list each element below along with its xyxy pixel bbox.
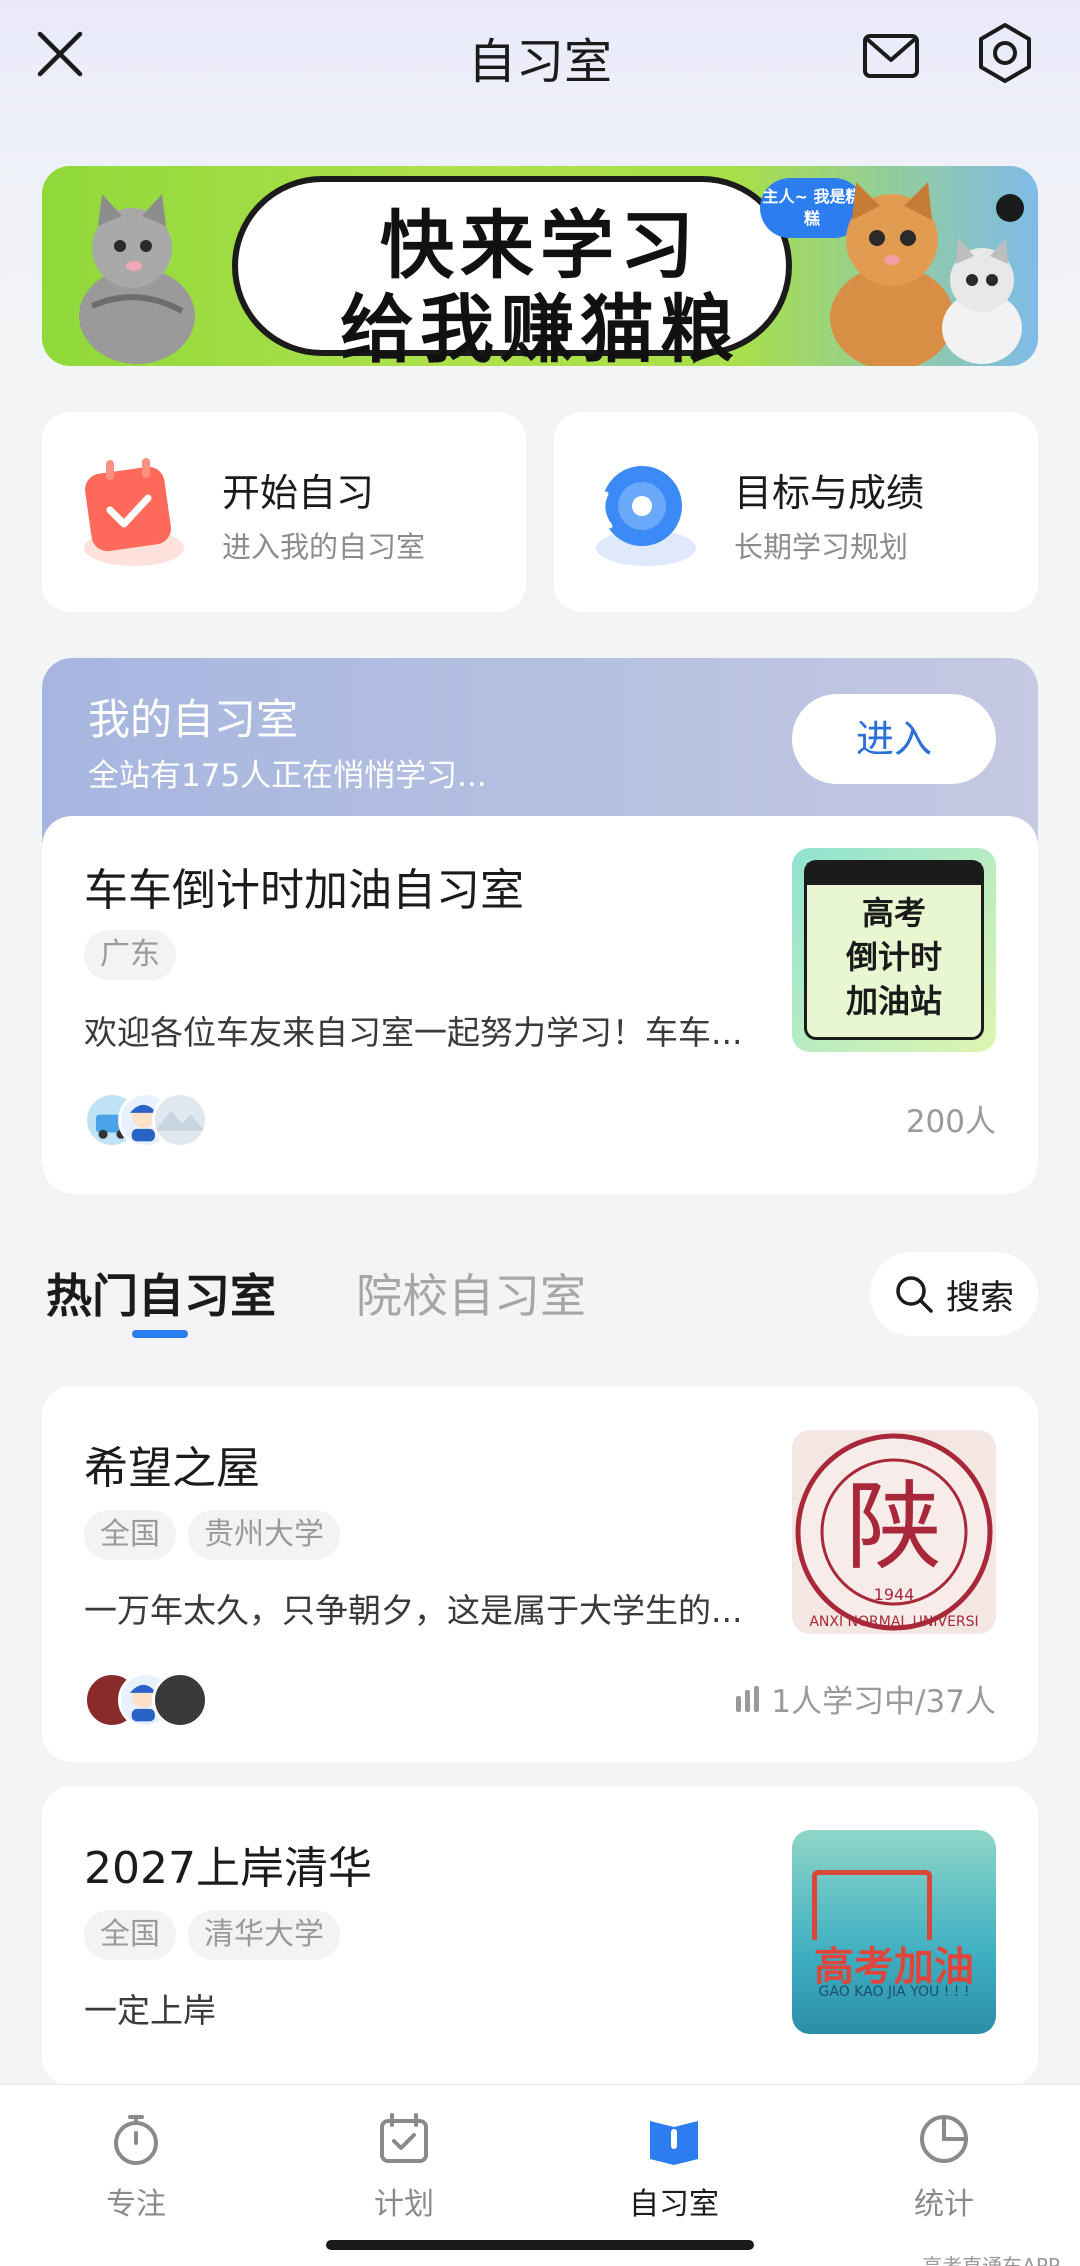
room-tag: 全国 [84, 1510, 176, 1560]
my-study-room-title: 我的自习室 [88, 695, 299, 744]
start-study-card[interactable]: 开始自习 进入我的自习室 [42, 412, 526, 612]
activity-bars-icon [736, 1685, 760, 1712]
thumbnail-line-3: 加油站 [845, 982, 942, 1020]
nav-label: 统计 [914, 2187, 974, 2222]
seal-character: 陕 [846, 1471, 942, 1583]
online-count-text: 全站有175人正在悄悄学习... [88, 758, 487, 794]
bottom-nav: 专注 计划 自习室 统计 [0, 2084, 1080, 2266]
calendar-check-icon [380, 2113, 428, 2163]
calendar-check-icon [84, 458, 184, 566]
tab-hot[interactable]: 热门自习室 [46, 1260, 276, 1326]
avatar [152, 1092, 208, 1148]
home-indicator[interactable] [326, 2240, 754, 2250]
nav-label: 计划 [374, 2187, 434, 2222]
member-avatars [84, 1672, 234, 1728]
search-label: 搜索 [946, 1278, 1014, 1318]
search-icon [896, 1276, 933, 1313]
nav-plan[interactable]: 计划 [304, 2109, 504, 2223]
room-name: 车车倒计时加油自习室 [84, 865, 524, 916]
member-avatars [84, 1092, 234, 1148]
enter-button[interactable]: 进入 [792, 694, 996, 784]
thumbnail-line-1: 高考 [861, 894, 926, 932]
pie-chart-icon [920, 2115, 968, 2163]
start-study-subtitle: 进入我的自习室 [222, 530, 426, 564]
room-tags: 全国 清华大学 [84, 1910, 340, 1960]
target-icon [596, 466, 696, 566]
nav-focus[interactable]: 专注 [36, 2109, 236, 2223]
university-seal-image: 陕 1944 ANXI NORMAL UNIVERSI [795, 1433, 993, 1631]
goals-title: 目标与成绩 [734, 471, 925, 515]
room-tags: 广东 [84, 930, 176, 980]
cats-illustration [830, 182, 1024, 366]
nav-study-room[interactable]: 自习室 [574, 2109, 774, 2223]
thumbnail-subtitle: GAO KAO JIA YOU ! ! ! [818, 1984, 970, 2000]
promo-banner[interactable]: 快来学习 给我赚猫粮 主人~ 我是糕糕 [42, 166, 1038, 366]
start-study-title: 开始自习 [222, 471, 375, 515]
room-tags: 全国 贵州大学 [84, 1510, 340, 1560]
avatar [152, 1672, 208, 1728]
room-thumbnail: 高考 倒计时 加油站 [792, 848, 996, 1052]
room-tabs: 热门自习室 院校自习室 搜索 [0, 1240, 1080, 1360]
my-room-card[interactable]: 车车倒计时加油自习室 广东 欢迎各位车友来自习室一起努力学习！车车... 200… [42, 816, 1038, 1194]
room-tag: 广东 [84, 930, 176, 980]
room-tag: 清华大学 [188, 1910, 340, 1960]
room-thumbnail: 高考加油 GAO KAO JIA YOU ! ! ! [792, 1830, 996, 2034]
book-icon [650, 2121, 698, 2165]
nav-label: 专注 [106, 2187, 166, 2222]
thumbnail-frame: 高考 倒计时 加油站 [804, 860, 984, 1040]
goals-card[interactable]: 目标与成绩 长期学习规划 [554, 412, 1038, 612]
room-card[interactable]: 希望之屋 全国 贵州大学 一万年太久，只争朝夕，这是属于大学生的... 1人学习… [42, 1386, 1038, 1762]
mail-icon[interactable] [860, 24, 922, 86]
room-description: 一定上岸 [84, 1991, 216, 2030]
member-count: 200人 [905, 1104, 996, 1140]
member-count-text: 1人学习中/37人 [771, 1684, 996, 1720]
member-count: 1人学习中/37人 [733, 1676, 996, 1721]
tab-indicator [132, 1330, 188, 1338]
room-thumbnail: 陕 1944 ANXI NORMAL UNIVERSI [792, 1430, 996, 1634]
watermark: 高考直通车APP [922, 2254, 1060, 2266]
room-name: 2027上岸清华 [84, 1843, 372, 1894]
room-card[interactable]: 2027上岸清华 全国 清华大学 一定上岸 高考加油 GAO KAO JIA Y… [42, 1786, 1038, 2086]
room-description: 欢迎各位车友来自习室一起努力学习！车车... [84, 1013, 743, 1052]
room-name: 希望之屋 [84, 1443, 260, 1494]
seal-year: 1944 [874, 1585, 915, 1604]
gear-icon[interactable] [972, 20, 1038, 86]
top-bar: 自习室 [0, 0, 1080, 110]
seal-ring-text: ANXI NORMAL UNIVERSI [809, 1614, 978, 1630]
goals-subtitle: 长期学习规划 [734, 530, 909, 564]
room-tag: 全国 [84, 1910, 176, 1960]
room-description: 一万年太久，只争朝夕，这是属于大学生的... [84, 1591, 743, 1630]
nav-label: 自习室 [629, 2187, 719, 2222]
room-tag: 贵州大学 [188, 1510, 340, 1560]
stopwatch-icon [114, 2115, 158, 2165]
thumbnail-line-2: 倒计时 [845, 938, 942, 976]
tab-school[interactable]: 院校自习室 [356, 1260, 586, 1326]
search-button[interactable]: 搜索 [870, 1252, 1038, 1336]
nav-stats[interactable]: 统计 [844, 2109, 1044, 2223]
pavilion-shape [812, 1870, 932, 1940]
my-study-room-panel: 我的自习室 全站有175人正在悄悄学习... 进入 车车倒计时加油自习室 广东 … [42, 658, 1038, 1194]
